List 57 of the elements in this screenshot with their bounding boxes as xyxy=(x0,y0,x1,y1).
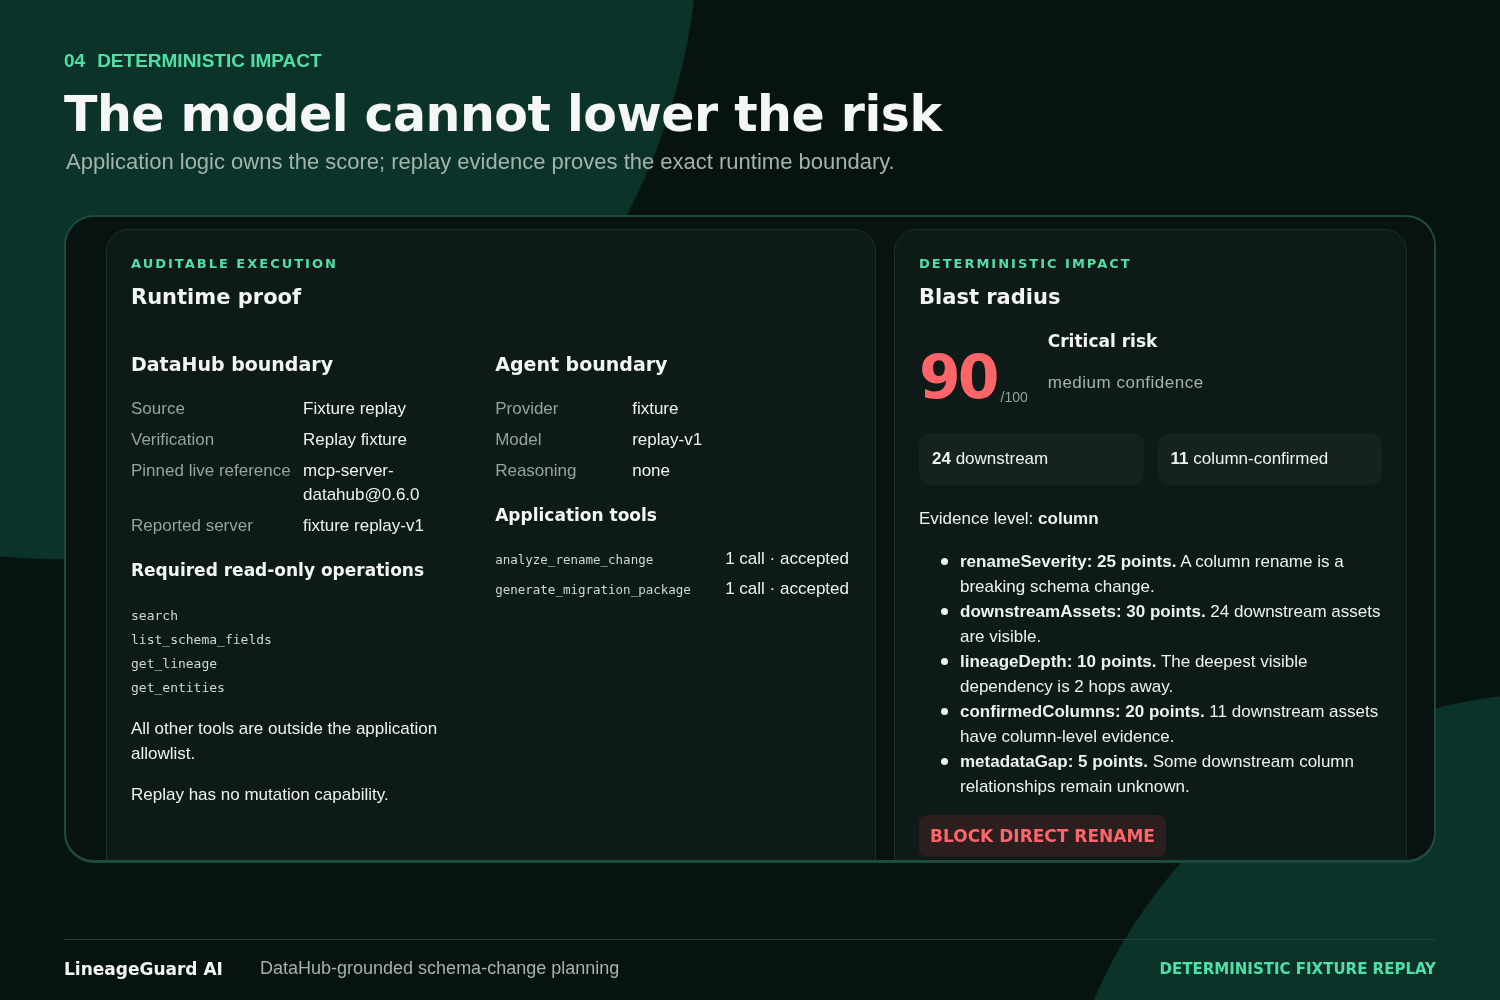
operation-name: get_lineage xyxy=(131,655,219,673)
card-title: Blast radius xyxy=(919,285,1062,309)
score-max: /100 xyxy=(1000,389,1028,405)
note-text: Replay has no mutation capability. xyxy=(131,784,390,806)
field-value: fixture replay-v1 xyxy=(303,515,425,537)
factor-text: lineageDepth: 10 points. The deepest visible dependency is 2 hops away. xyxy=(960,651,1309,698)
factor-text: confirmedColumns: 20 points. 11 downstream assets have column-level evidence. xyxy=(960,701,1380,748)
block-rename-button[interactable]: BLOCK DIRECT RENAME xyxy=(919,815,1166,857)
risk-score: 90 xyxy=(919,349,997,405)
field-label: Model xyxy=(495,429,543,451)
bullet-icon xyxy=(941,558,948,565)
field-value: replay-v1 xyxy=(632,429,704,451)
card-title: Runtime proof xyxy=(131,285,303,309)
field-label: Pinned live reference xyxy=(131,460,292,482)
bullet-icon xyxy=(941,658,948,665)
tool-status: 1 call · accepted xyxy=(725,579,850,599)
tool-name: analyze_rename_change xyxy=(495,552,655,567)
mode-label: DETERMINISTIC FIXTURE REPLAY xyxy=(1159,959,1436,978)
field-value: fixture xyxy=(632,398,680,420)
operation-name: search xyxy=(131,607,179,625)
stat-tile: 11 column-confirmed xyxy=(1157,433,1382,485)
section-number: 04 xyxy=(64,50,86,72)
bullet-icon xyxy=(941,708,948,715)
page-subtitle: Application logic owns the score; replay evidence proves the exact runtime boundary. xyxy=(66,149,896,175)
operation-name: list_schema_fields xyxy=(131,631,273,649)
field-label: Reasoning xyxy=(495,460,578,482)
field-value: none xyxy=(632,460,671,482)
stat-tile: 24 downstream xyxy=(919,433,1144,485)
confidence-label: medium confidence xyxy=(1047,373,1204,393)
bullet-icon xyxy=(941,758,948,765)
field-label: Reported server xyxy=(131,515,254,537)
section-heading: Agent boundary xyxy=(495,353,669,375)
field-value: mcp-server-datahub@0.6.0 xyxy=(303,460,421,506)
operation-name: get_entities xyxy=(131,679,226,697)
tool-name: generate_migration_package xyxy=(495,582,692,597)
page-title: The model cannot lower the risk xyxy=(64,86,944,143)
factor-text: metadataGap: 5 points. Some downstream column relationships remain unknown. xyxy=(960,751,1355,798)
brand-tagline: DataHub-grounded schema-change planning xyxy=(260,958,621,979)
section-heading: DataHub boundary xyxy=(131,353,335,375)
brand-name: LineageGuard AI xyxy=(64,958,224,979)
section-heading: Application tools xyxy=(495,505,658,525)
field-value: Replay fixture xyxy=(303,429,408,451)
evidence-level: Evidence level: column xyxy=(919,509,1100,529)
field-label: Source xyxy=(131,398,186,420)
card-eyebrow: DETERMINISTIC IMPACT xyxy=(919,256,1133,271)
section-heading: Required read-only operations xyxy=(131,560,426,580)
note-text: All other tools are outside the application allowlist. xyxy=(131,718,439,765)
bullet-icon xyxy=(941,608,948,615)
section-label: DETERMINISTIC IMPACT xyxy=(97,50,322,72)
factor-text: downstreamAssets: 30 points. 24 downstream assets are visible. xyxy=(960,601,1382,648)
card-eyebrow: AUDITABLE EXECUTION xyxy=(131,256,339,271)
field-value: Fixture replay xyxy=(303,398,407,420)
field-label: Verification xyxy=(131,429,216,451)
tool-status: 1 call · accepted xyxy=(725,549,850,569)
risk-level: Critical risk xyxy=(1047,331,1159,351)
field-label: Provider xyxy=(495,398,560,420)
factor-text: renameSeverity: 25 points. A column rename is a breaking schema change. xyxy=(960,551,1345,598)
